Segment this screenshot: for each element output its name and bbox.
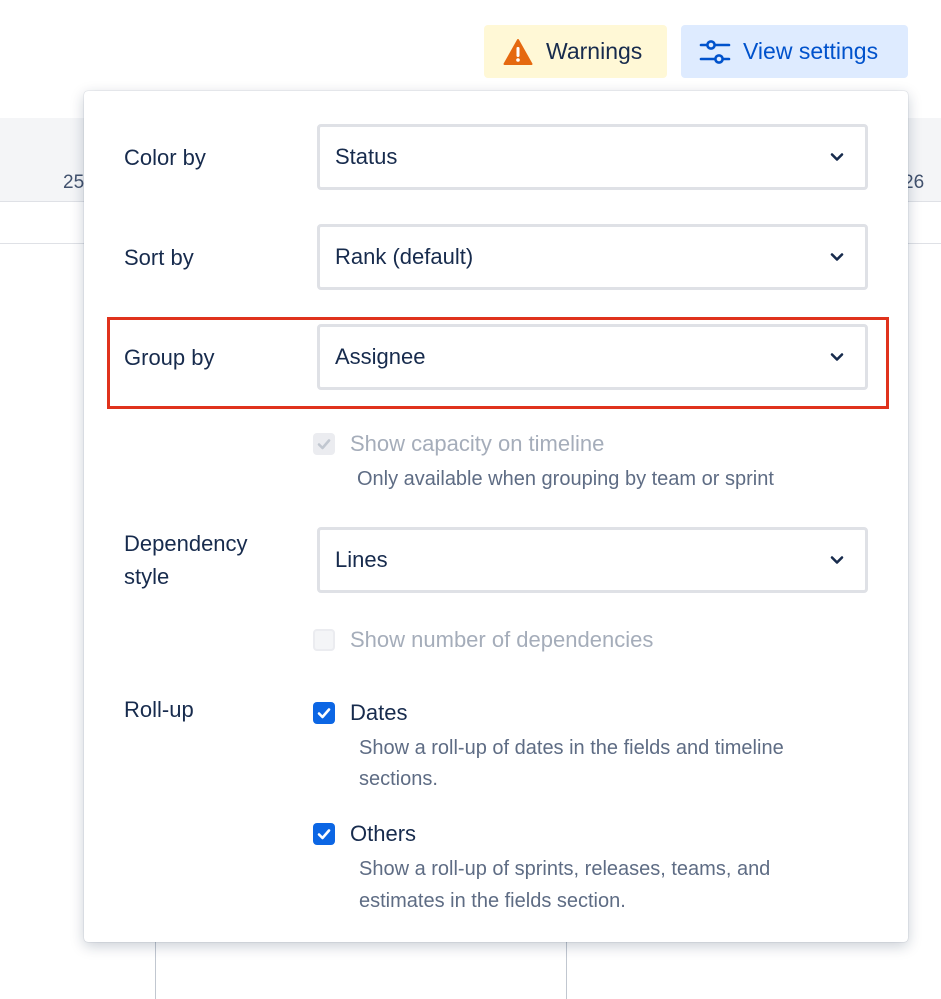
dependency-style-value: Lines	[335, 547, 388, 572]
chevron-down-icon	[829, 249, 845, 265]
dependency-style-label-line2: style	[124, 564, 170, 589]
chevron-down-icon	[829, 149, 845, 165]
group-by-value: Assignee	[335, 344, 426, 369]
sort-by-value: Rank (default)	[335, 244, 474, 269]
checkmark-icon	[317, 708, 331, 719]
sort-by-select[interactable]: Rank (default)	[317, 224, 868, 290]
color-by-label: Color by	[124, 145, 206, 170]
show-capacity-helper: Only available when grouping by team or …	[357, 468, 774, 490]
show-dependencies-label: Show number of dependencies	[350, 627, 654, 652]
rollup-others-helper-line1: Show a roll-up of sprints, releases, tea…	[359, 858, 771, 880]
checkmark-icon	[317, 439, 331, 450]
checkmark-icon	[317, 829, 331, 840]
warnings-label: Warnings	[546, 38, 643, 64]
show-capacity-checkbox[interactable]	[313, 433, 335, 455]
color-by-select[interactable]: Status	[317, 124, 868, 190]
rollup-dates-helper-line1: Show a roll-up of dates in the fields an…	[359, 737, 784, 759]
rollup-dates-label: Dates	[350, 700, 408, 725]
group-by-select[interactable]: Assignee	[317, 324, 868, 390]
show-capacity-label: Show capacity on timeline	[350, 431, 605, 456]
rollup-others-label: Others	[350, 821, 417, 846]
group-by-label: Group by	[124, 345, 215, 370]
warning-icon	[502, 36, 534, 68]
view-settings-panel: Color by Status Sort by Rank (default) G…	[84, 91, 908, 942]
show-dependencies-checkbox[interactable]	[313, 629, 335, 651]
rollup-label: Roll-up	[124, 697, 194, 722]
timeline-tick-left: 25	[63, 172, 85, 193]
warnings-button[interactable]: Warnings	[484, 25, 667, 78]
view-settings-button[interactable]: View settings	[681, 25, 908, 78]
view-settings-label: View settings	[743, 38, 879, 64]
chevron-down-icon	[829, 552, 845, 568]
dependency-style-select[interactable]: Lines	[317, 527, 868, 593]
timeline-column-divider	[155, 940, 156, 999]
color-by-value: Status	[335, 144, 398, 169]
chevron-down-icon	[829, 349, 845, 365]
sliders-icon	[699, 36, 731, 68]
timeline-column-divider	[566, 940, 567, 999]
sort-by-label: Sort by	[124, 245, 194, 270]
rollup-others-checkbox[interactable]	[313, 823, 335, 845]
rollup-dates-helper-line2: sections.	[359, 768, 438, 790]
rollup-others-helper-line2: estimates in the fields section.	[359, 890, 626, 912]
rollup-dates-checkbox[interactable]	[313, 702, 335, 724]
dependency-style-label-line1: Dependency	[124, 531, 248, 556]
